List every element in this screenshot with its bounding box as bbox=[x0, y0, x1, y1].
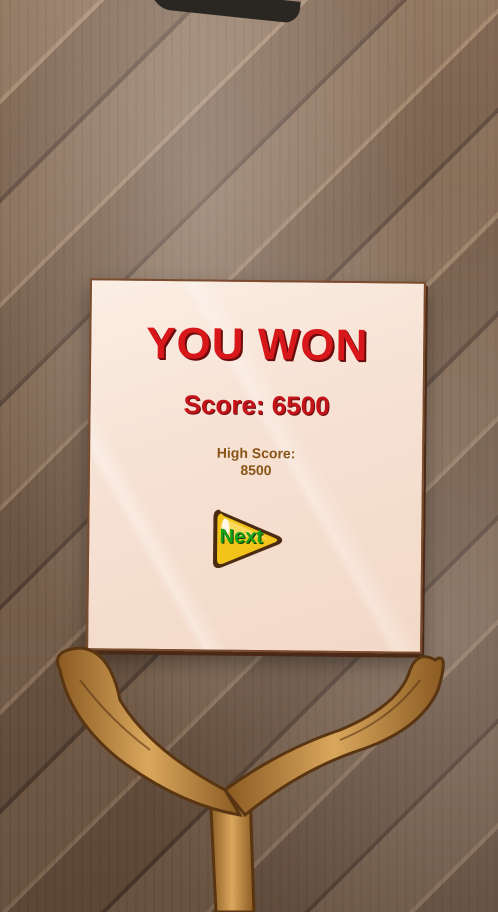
slingshot bbox=[56, 646, 445, 912]
win-title: YOU WON bbox=[145, 318, 369, 371]
high-score-value: 8500 bbox=[240, 461, 272, 479]
next-button[interactable]: Next bbox=[209, 504, 288, 577]
score-text: Score: 6500 bbox=[183, 389, 330, 421]
next-button-label: Next bbox=[219, 525, 264, 549]
result-panel: YOU WON Score: 6500 High Score: 8500 Nex… bbox=[86, 278, 426, 654]
